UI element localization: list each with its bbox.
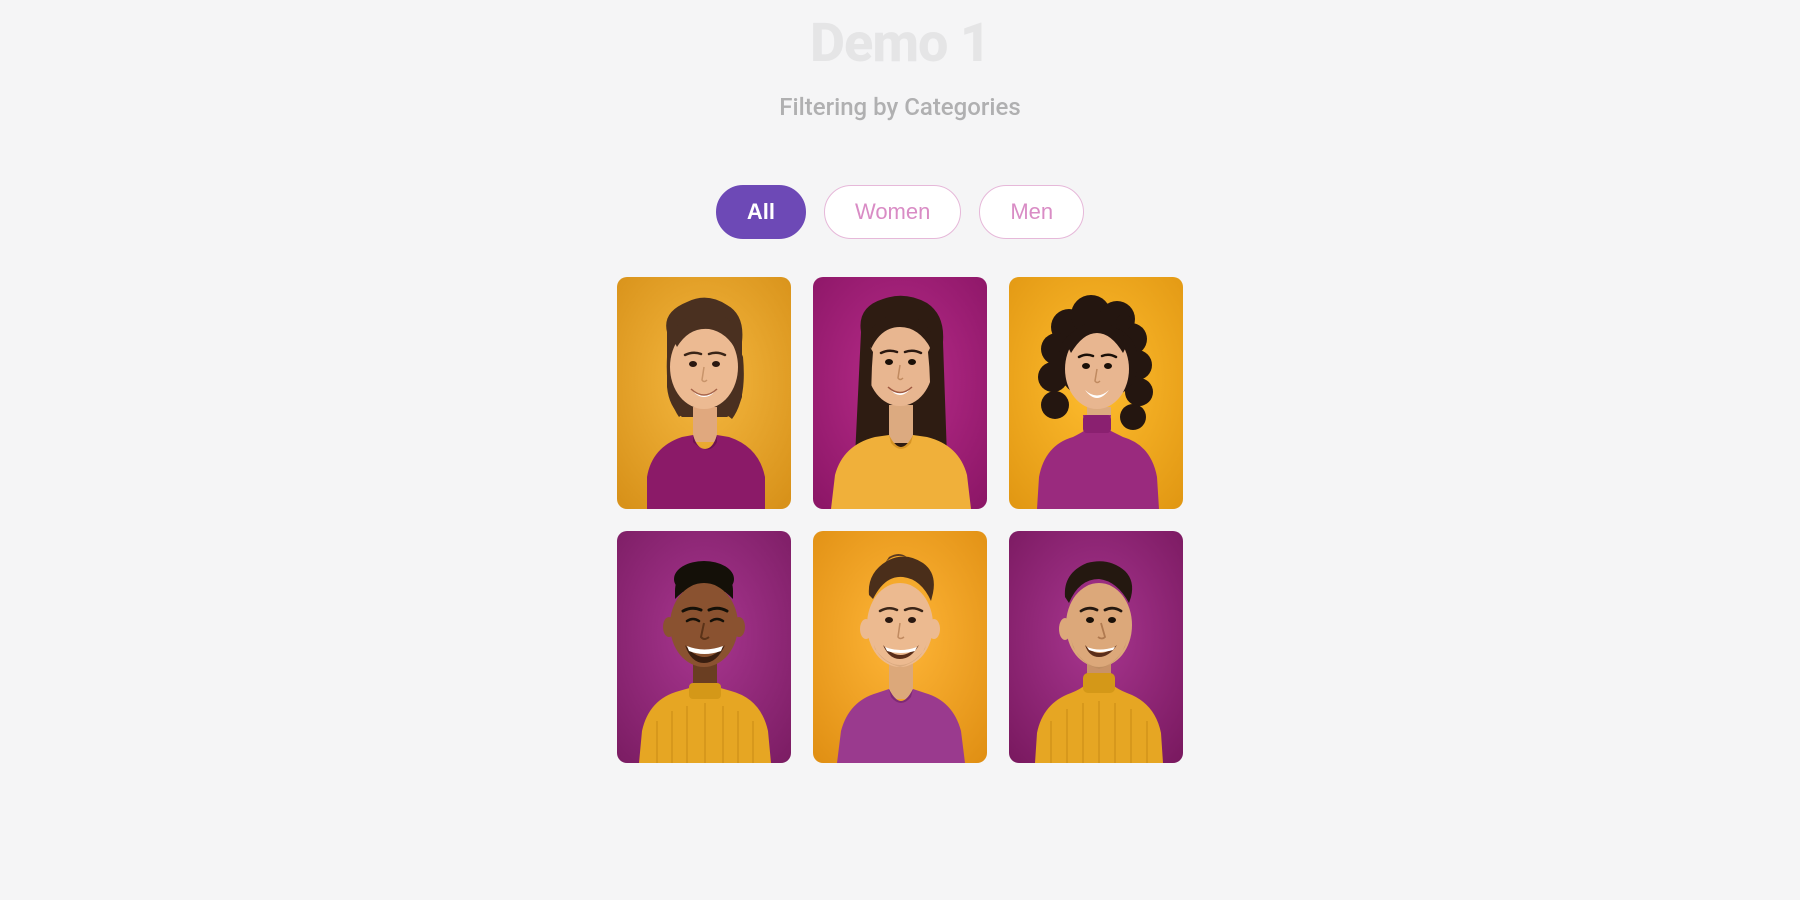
gallery-card[interactable] bbox=[813, 277, 987, 509]
portrait-man-3 bbox=[1009, 531, 1183, 763]
gallery-card[interactable] bbox=[1009, 277, 1183, 509]
gallery-card[interactable] bbox=[813, 531, 987, 763]
filter-women-button[interactable]: Women bbox=[824, 185, 961, 239]
filter-bar: All Women Men bbox=[716, 185, 1084, 239]
portrait-woman-3 bbox=[1009, 277, 1183, 509]
gallery-card[interactable] bbox=[617, 277, 791, 509]
portrait-man-1 bbox=[617, 531, 791, 763]
page-subtitle: Filtering by Categories bbox=[779, 93, 1020, 121]
page-title: Demo 1 bbox=[810, 12, 990, 75]
gallery-card[interactable] bbox=[617, 531, 791, 763]
portrait-woman-1 bbox=[617, 277, 791, 509]
gallery-grid bbox=[617, 277, 1183, 763]
portrait-man-2 bbox=[813, 531, 987, 763]
filter-all-button[interactable]: All bbox=[716, 185, 806, 239]
gallery-card[interactable] bbox=[1009, 531, 1183, 763]
filter-men-button[interactable]: Men bbox=[979, 185, 1084, 239]
portrait-woman-2 bbox=[813, 277, 987, 509]
